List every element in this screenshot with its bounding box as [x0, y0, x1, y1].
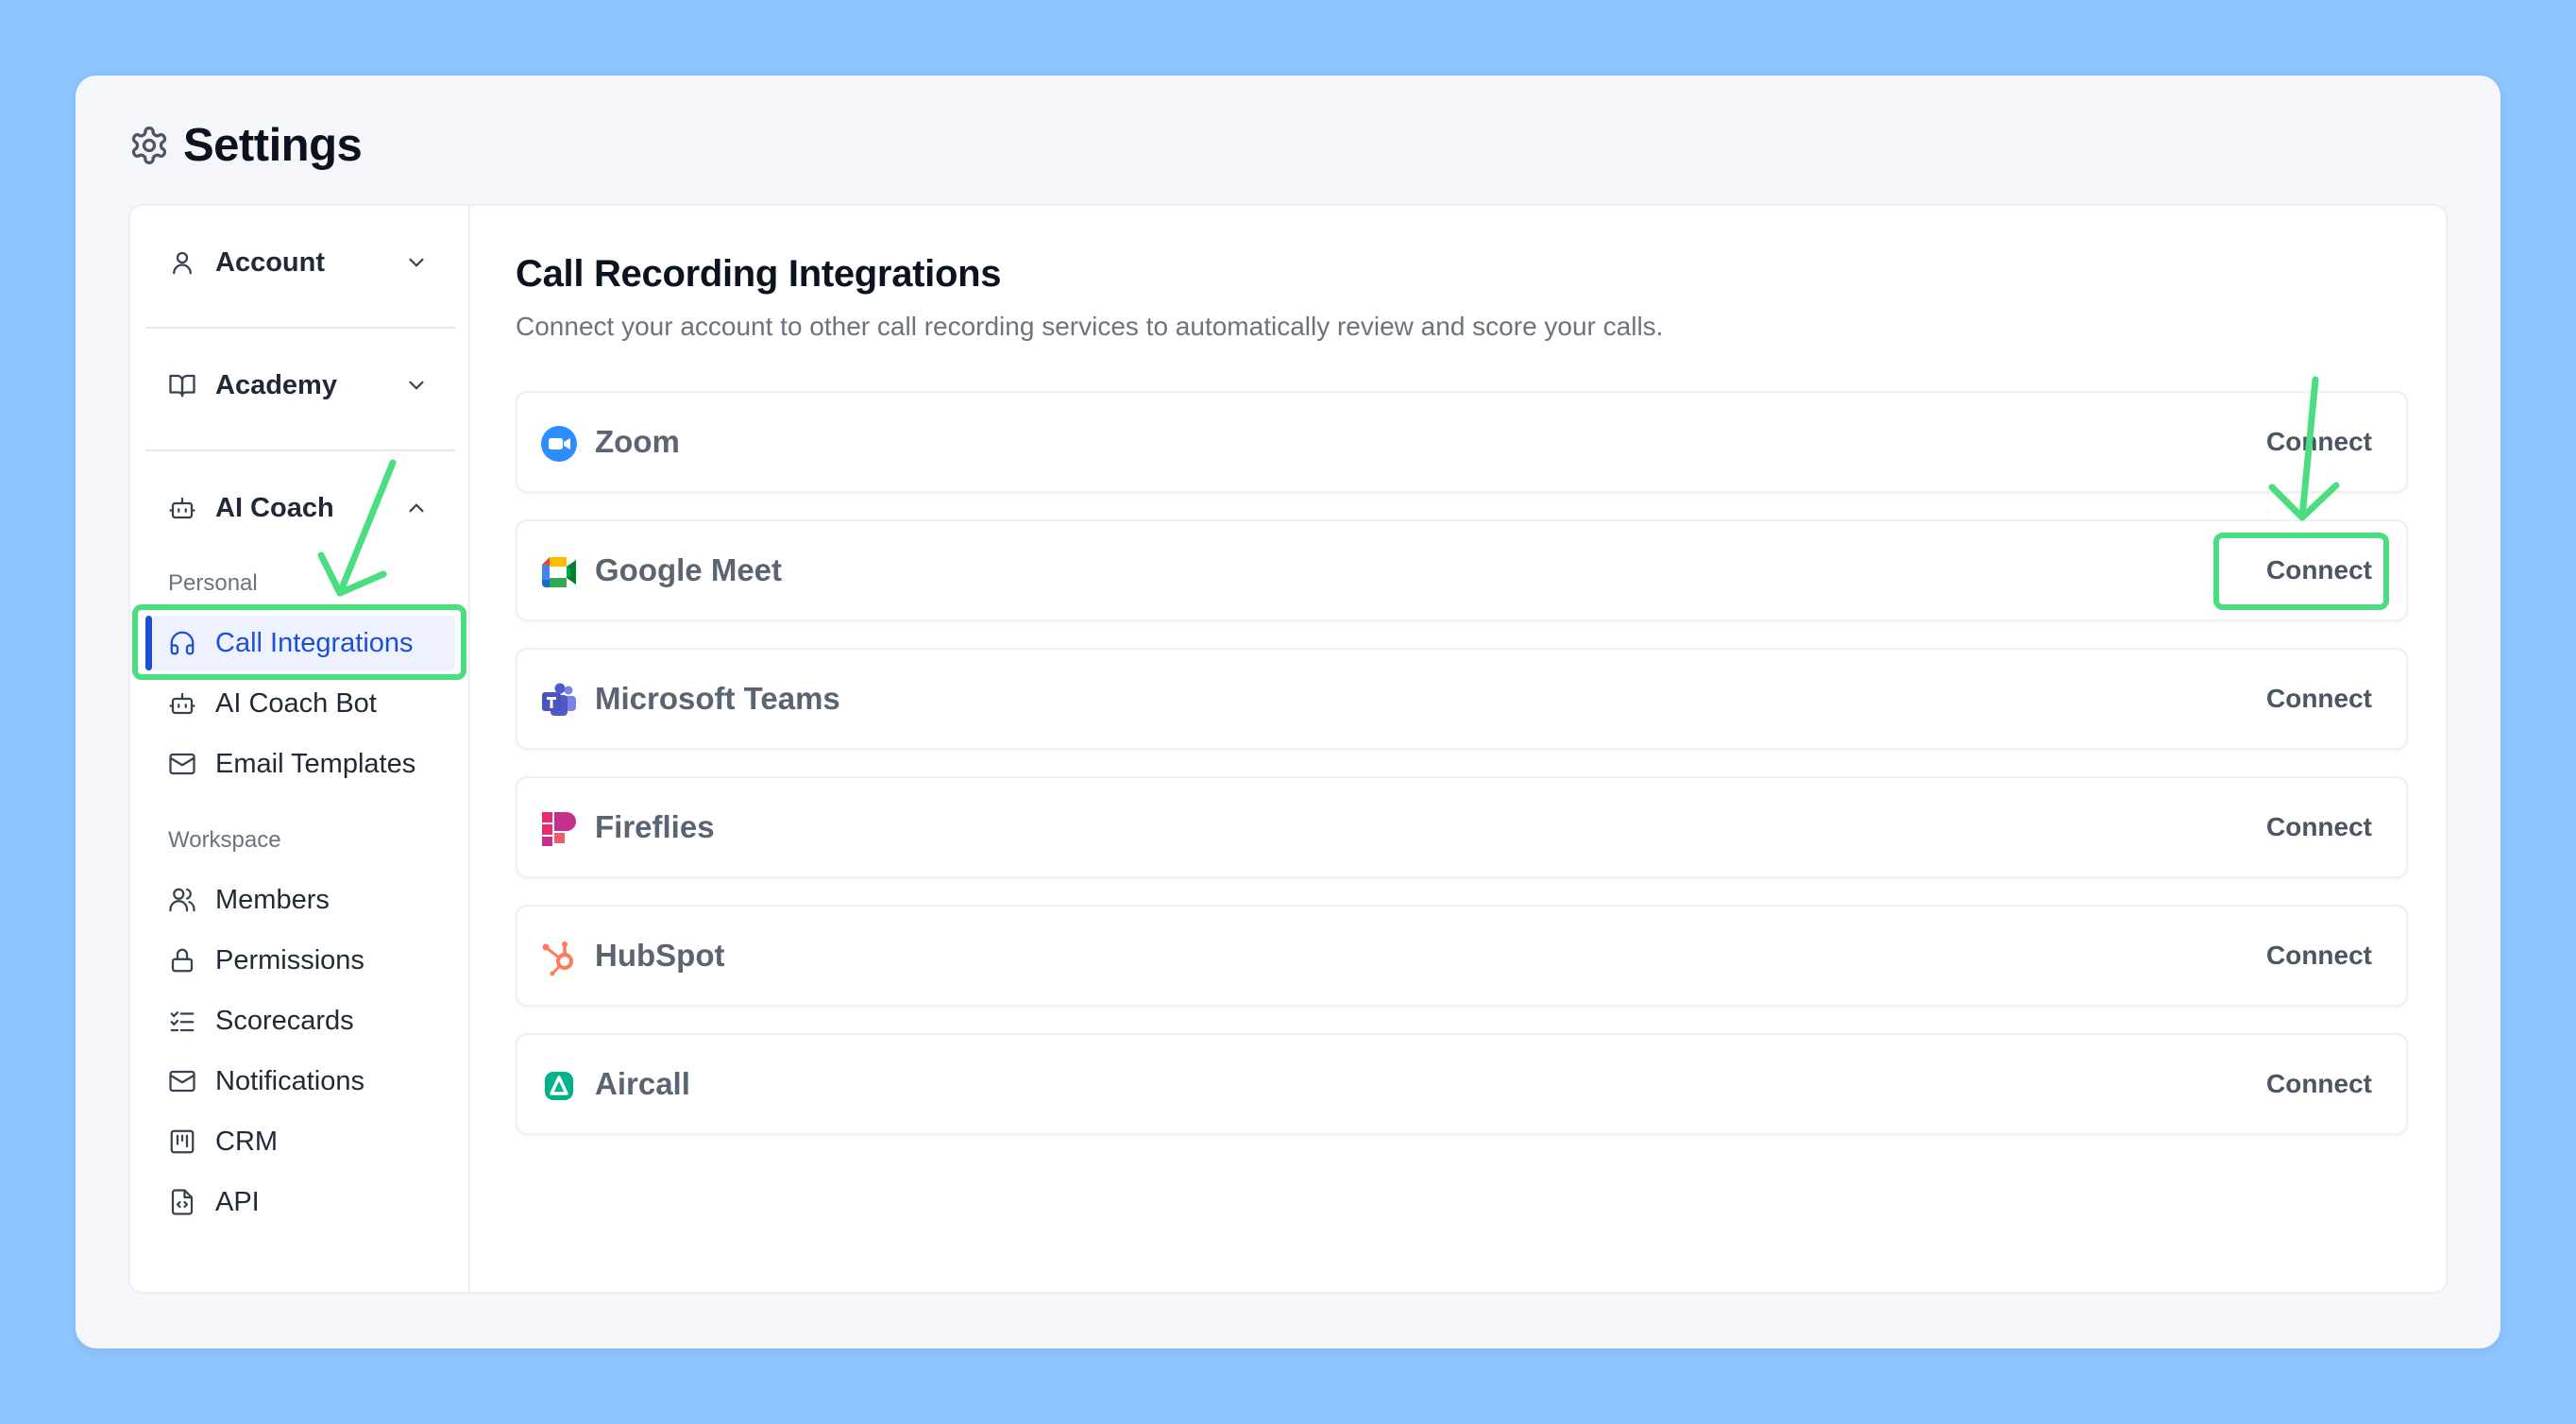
integration-name: Zoom: [595, 424, 680, 459]
kanban-icon: [170, 1129, 195, 1154]
sidebar-item-crm[interactable]: CRM: [145, 1114, 455, 1169]
sidebar-item-scorecards[interactable]: Scorecards: [145, 993, 455, 1048]
sidebar-group-academy[interactable]: Academy: [145, 357, 451, 414]
chevron-down-icon: [409, 381, 424, 390]
chevron-down-icon: [409, 258, 424, 267]
file-code-icon: [171, 1189, 194, 1215]
integration-row-google-meet: Google Meet Connect: [516, 519, 2408, 621]
sidebar-item-label: Notifications: [215, 1065, 364, 1096]
settings-sidebar: Account Academy AI Coach Personal Call I…: [130, 206, 470, 1292]
settings-panel: Account Academy AI Coach Personal Call I…: [128, 204, 2448, 1294]
section-label-workspace: Workspace: [168, 827, 281, 853]
microsoft-teams-logo-icon: [542, 683, 576, 716]
sidebar-item-ai-coach-bot[interactable]: AI Coach Bot: [145, 676, 455, 731]
bot-icon: [169, 497, 195, 519]
connect-button-microsoft-teams[interactable]: Connect: [2266, 684, 2372, 714]
aircall-logo-icon: [545, 1072, 573, 1100]
sidebar-item-email-templates[interactable]: Email Templates: [145, 737, 455, 791]
sidebar-item-label: Members: [215, 884, 330, 915]
integration-row-fireflies: Fireflies Connect: [516, 776, 2408, 878]
users-icon: [169, 888, 195, 912]
sidebar-item-notifications[interactable]: Notifications: [145, 1054, 455, 1109]
integration-row-zoom: Zoom Connect: [516, 391, 2408, 493]
lock-icon: [171, 948, 194, 973]
integration-row-microsoft-teams: Microsoft Teams Connect: [516, 648, 2408, 750]
sidebar-group-ai-coach[interactable]: AI Coach: [145, 480, 451, 536]
connect-button-fireflies[interactable]: Connect: [2266, 812, 2372, 842]
integrations-section: Call Recording Integrations Connect your…: [470, 206, 2446, 1292]
sidebar-item-label: AI Coach Bot: [215, 687, 377, 719]
mail-icon: [169, 753, 195, 775]
integration-name: Fireflies: [595, 809, 715, 844]
section-label-personal: Personal: [168, 570, 258, 596]
sidebar-item-members[interactable]: Members: [145, 873, 455, 927]
page-title: Settings: [183, 120, 363, 171]
section-title: Call Recording Integrations: [516, 253, 1002, 295]
divider: [145, 449, 455, 451]
connect-button-google-meet[interactable]: Connect: [2266, 555, 2372, 585]
sidebar-item-label: API: [215, 1186, 260, 1217]
google-meet-logo-icon: [542, 557, 576, 587]
chevron-up-icon: [409, 503, 424, 513]
sidebar-group-label: AI Coach: [215, 492, 334, 523]
sidebar-item-label: CRM: [215, 1126, 279, 1157]
fireflies-logo-icon: [542, 812, 576, 846]
hubspot-logo-icon: [542, 941, 573, 976]
sidebar-item-label: Call Integrations: [215, 627, 414, 658]
user-icon: [173, 251, 192, 275]
sidebar-group-label: Academy: [215, 369, 337, 400]
checklist-icon: [170, 1011, 195, 1032]
sidebar-item-permissions[interactable]: Permissions: [145, 933, 455, 988]
page-header: Settings: [128, 119, 363, 172]
sidebar-item-api[interactable]: API: [145, 1175, 455, 1229]
integration-name: Aircall: [595, 1066, 690, 1101]
sidebar-group-label: Account: [215, 246, 325, 278]
integration-row-aircall: Aircall Connect: [516, 1033, 2408, 1135]
book-icon: [169, 374, 195, 398]
integration-row-hubspot: HubSpot Connect: [516, 905, 2408, 1007]
gear-icon: [131, 127, 167, 164]
integration-name: Microsoft Teams: [595, 681, 840, 716]
sidebar-group-account[interactable]: Account: [145, 234, 451, 291]
sidebar-item-label: Scorecards: [215, 1005, 354, 1036]
sidebar-item-label: Email Templates: [215, 748, 416, 779]
divider: [145, 327, 455, 329]
integration-name: Google Meet: [595, 552, 783, 587]
connect-button-aircall[interactable]: Connect: [2266, 1069, 2372, 1099]
settings-window: Settings Account Academy AI Coach Person…: [76, 76, 2500, 1348]
zoom-logo-icon: [541, 426, 577, 462]
section-subtitle: Connect your account to other call recor…: [516, 312, 1664, 341]
headset-icon: [170, 631, 195, 655]
sidebar-item-call-integrations[interactable]: Call Integrations: [145, 616, 455, 670]
mail-icon: [169, 1070, 195, 1093]
connect-button-zoom[interactable]: Connect: [2266, 427, 2372, 457]
bot-icon: [169, 692, 195, 715]
connect-button-hubspot[interactable]: Connect: [2266, 941, 2372, 971]
integration-name: HubSpot: [595, 938, 725, 973]
sidebar-item-label: Permissions: [215, 944, 364, 975]
